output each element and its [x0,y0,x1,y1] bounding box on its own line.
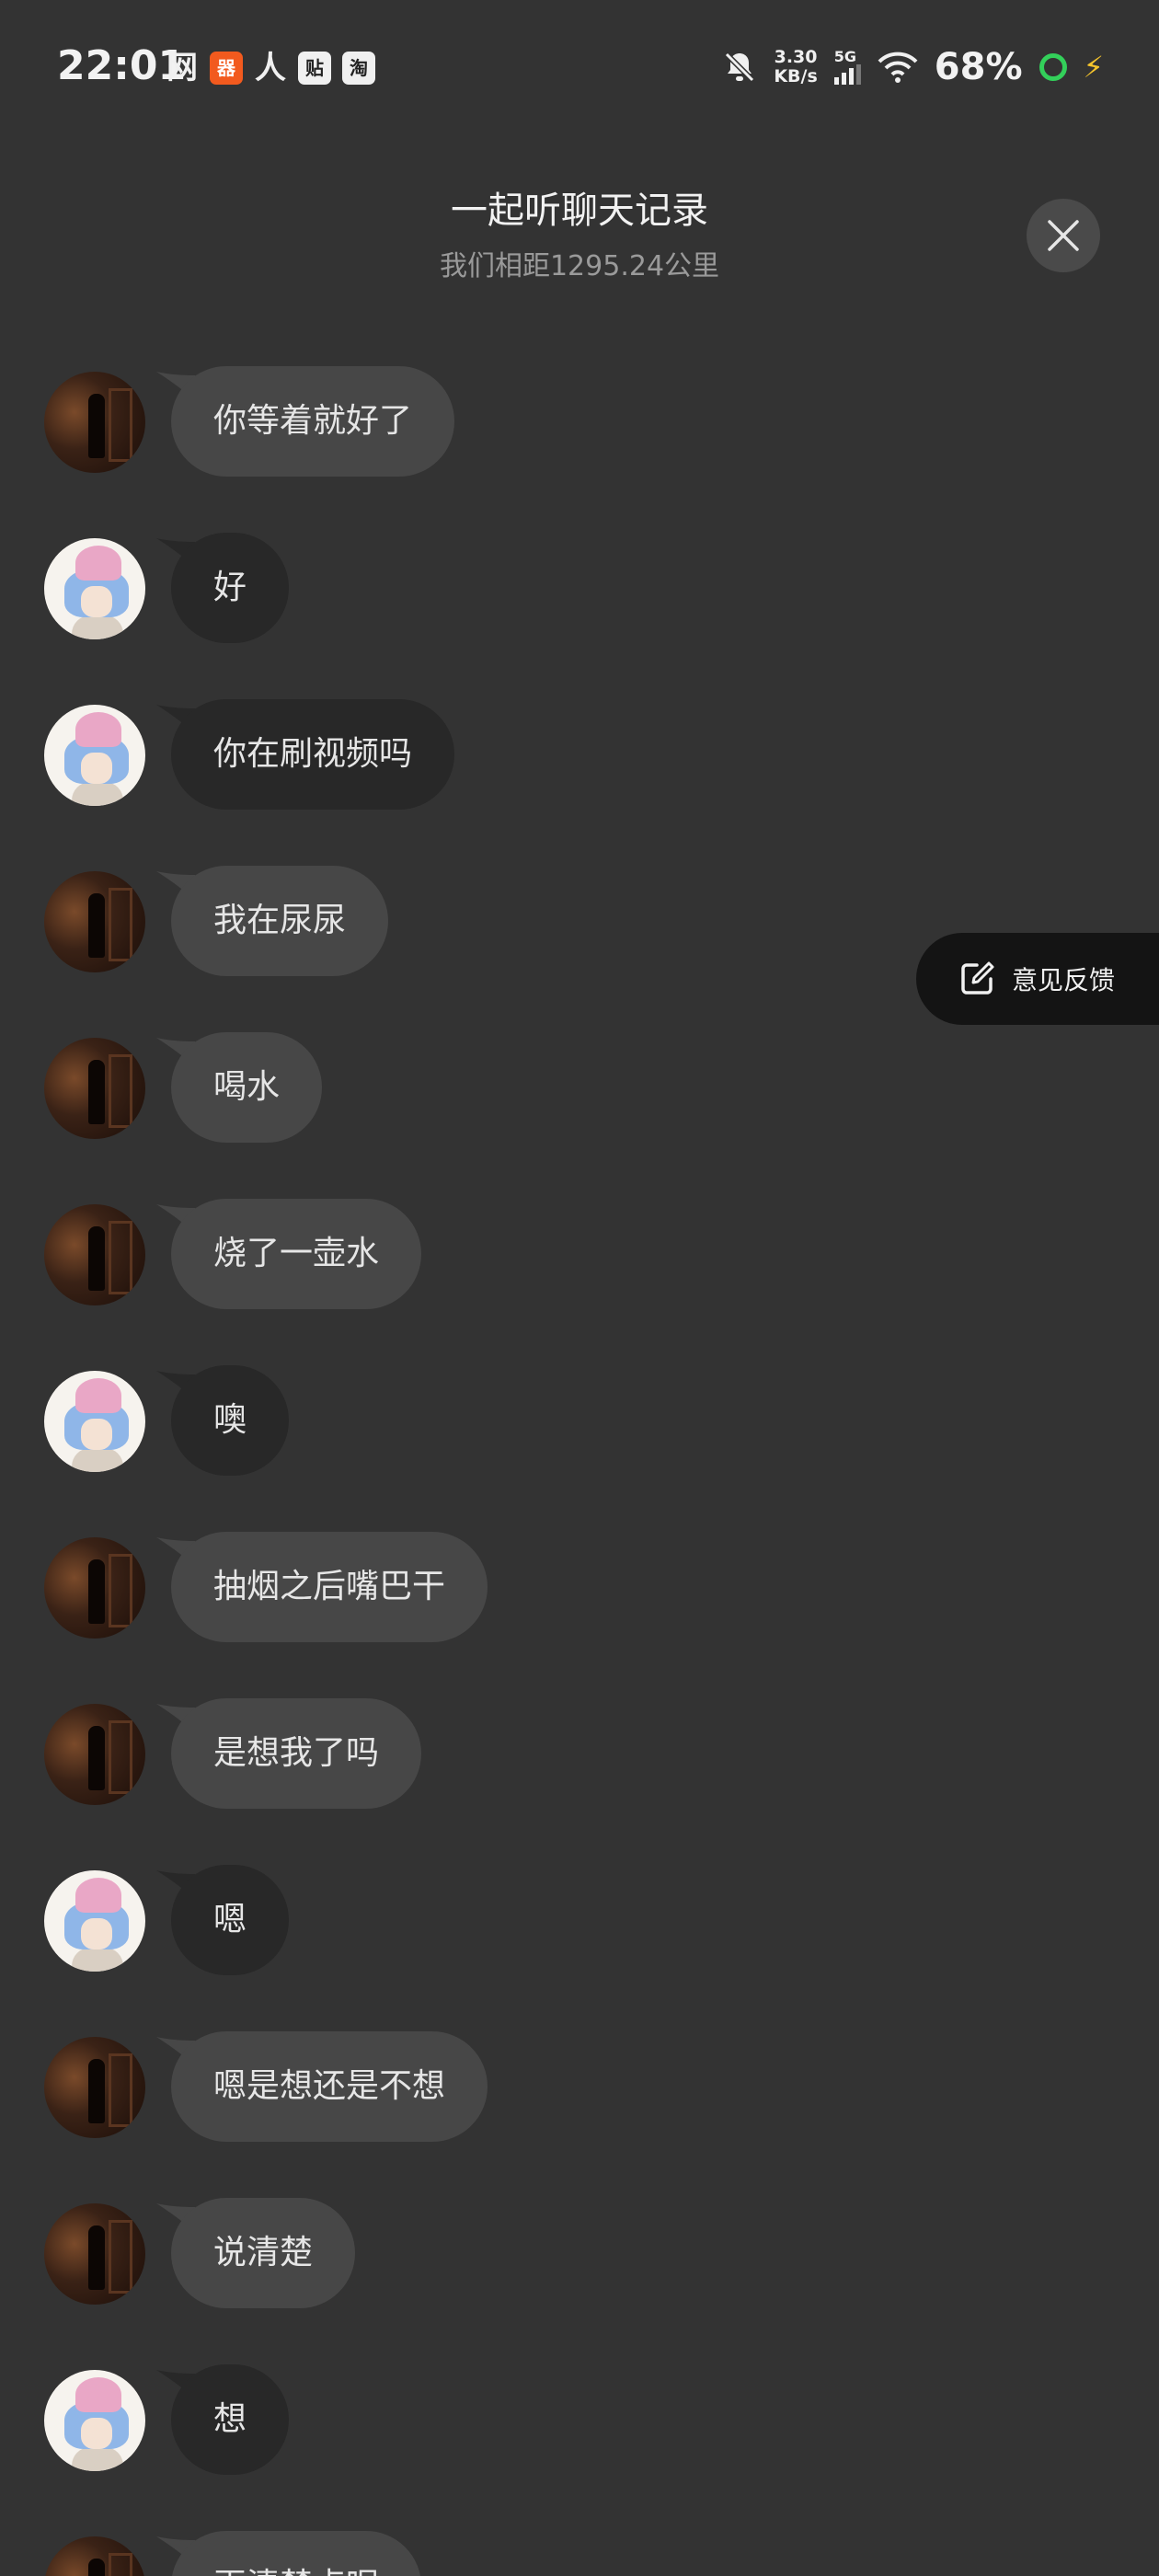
avatar-partner[interactable] [44,2037,145,2138]
message-row: 嗯是想还是不想 [0,2031,920,2142]
avatar-self[interactable] [44,1371,145,1472]
message-bubble[interactable]: 你在刷视频吗 [171,699,455,810]
message-row: 你在刷视频吗 [0,699,920,810]
message-bubble[interactable]: 喝水 [171,1032,323,1143]
network-speed-unit: KB/s [774,66,818,86]
netease-music-icon: 网 [166,50,198,86]
avatar-self[interactable] [44,1870,145,1972]
notification-icons: 网 器 人 贴 淘 [166,52,375,85]
close-icon [1048,220,1079,251]
message-bubble[interactable]: 嗯 [171,1865,290,1975]
tieba-icon: 贴 [298,52,331,85]
message-bubble[interactable]: 噢 [171,1365,290,1476]
distance-subtitle: 我们相距1295.24公里 [439,250,720,282]
avatar-partner[interactable] [44,2536,145,2576]
cellular-signal: 5G [833,48,861,85]
avatar-self[interactable] [44,538,145,639]
status-bar: 22:01 网 器 人 贴 淘 3.30 KB/s 5G 68% ⚡ [0,0,1159,138]
charging-bolt-icon: ⚡ [1083,50,1104,85]
signal-type: 5G [833,48,857,65]
message-row: 烧了一壶水 [0,1199,920,1309]
message-bubble[interactable]: 烧了一壶水 [171,1199,422,1309]
avatar-partner[interactable] [44,1038,145,1139]
message-bubble[interactable]: 嗯是想还是不想 [171,2031,488,2142]
feedback-button[interactable]: 意见反馈 [916,933,1159,1025]
wifi-icon [878,52,918,83]
avatar-partner[interactable] [44,2203,145,2305]
avatar-partner[interactable] [44,1204,145,1305]
system-status: 3.30 KB/s 5G 68% ⚡ [722,46,1104,88]
message-row: 抽烟之后嘴巴干 [0,1532,920,1642]
app-notification-icon: 器 [210,52,243,85]
message-row: 说清楚 [0,2198,920,2308]
message-row: 喝水 [0,1032,920,1143]
taobao-icon: 淘 [342,52,375,85]
message-row: 想 [0,2364,920,2475]
message-bubble[interactable]: 是想我了吗 [171,1698,422,1809]
message-row: 我在尿尿 [0,866,920,976]
avatar-self[interactable] [44,705,145,806]
message-row: 你等着就好了 [0,366,920,477]
message-bubble[interactable]: 说清楚 [171,2198,356,2308]
message-row: 再清楚点呢 [0,2531,920,2576]
avatar-partner[interactable] [44,372,145,473]
message-row: 是想我了吗 [0,1698,920,1809]
message-bubble[interactable]: 我在尿尿 [171,866,389,976]
page-title: 一起听聊天记录 [451,190,708,232]
message-bubble[interactable]: 想 [171,2364,290,2475]
chat-history-page: 22:01 网 器 人 贴 淘 3.30 KB/s 5G 68% ⚡ 一起听聊天… [0,0,1159,2576]
edit-icon [961,961,994,995]
avatar-partner[interactable] [44,871,145,972]
avatar-self[interactable] [44,2370,145,2471]
signal-bars-icon [833,64,861,85]
avatar-partner[interactable] [44,1537,145,1639]
message-bubble[interactable]: 抽烟之后嘴巴干 [171,1532,488,1642]
message-bubble[interactable]: 你等着就好了 [171,366,455,477]
feedback-label: 意见反馈 [1012,965,1116,995]
person-app-icon: 人 [255,50,286,86]
message-bubble[interactable]: 好 [171,533,290,643]
network-speed-value: 3.30 [774,47,818,67]
close-button[interactable] [1027,199,1100,272]
battery-level: 68% [934,46,1023,88]
mute-bell-icon [724,51,756,84]
battery-ring-icon [1039,53,1067,81]
message-row: 嗯 [0,1865,920,1975]
message-row: 噢 [0,1365,920,1476]
avatar-partner[interactable] [44,1704,145,1805]
message-bubble[interactable]: 再清楚点呢 [171,2531,422,2576]
network-speed: 3.30 KB/s [774,48,817,86]
message-row: 好 [0,533,920,643]
